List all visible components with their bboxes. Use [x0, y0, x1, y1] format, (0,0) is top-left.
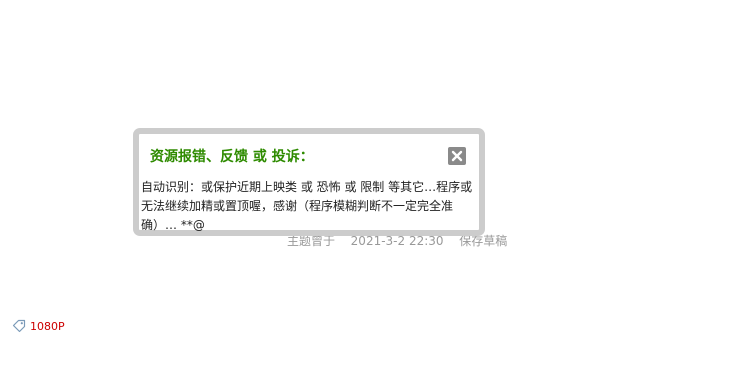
- close-button[interactable]: [448, 147, 466, 165]
- popup-body-line: 无法继续加精或置顶喔，感谢（程序模糊判断不一定完全准: [141, 199, 454, 213]
- popup-body-line: 确）… **@: [141, 218, 205, 232]
- tag-item[interactable]: 1080P: [12, 319, 65, 333]
- popup-body-line: 自动识别：或保护近期上映类 或 恐怖 或 限制 等其它…程序或: [141, 180, 473, 194]
- report-popup: 资源报错、反馈 或 投诉： 自动识别：或保护近期上映类 或 恐怖 或 限制 等其…: [133, 128, 485, 236]
- popup-title: 资源报错、反馈 或 投诉：: [150, 149, 314, 165]
- page: 主题曾于 2021-3-2 22:30 保存草稿 资源报错、反馈 或 投诉： 自…: [0, 0, 739, 377]
- tag-icon: [12, 319, 26, 333]
- post-meta-datetime: 2021-3-2 22:30: [350, 234, 444, 248]
- popup-body: 自动识别：或保护近期上映类 或 恐怖 或 限制 等其它…程序或 无法继续加精或置…: [141, 178, 477, 235]
- tag-label[interactable]: 1080P: [30, 320, 65, 333]
- close-icon: [451, 150, 463, 162]
